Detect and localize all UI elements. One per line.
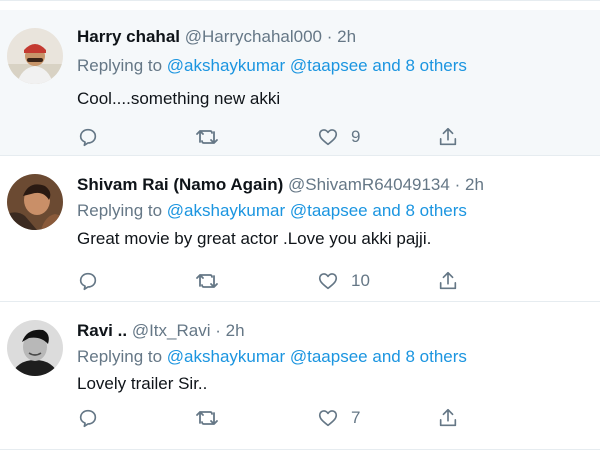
retweet-button[interactable] — [195, 269, 219, 293]
retweet-button[interactable] — [195, 125, 219, 149]
share-button[interactable] — [437, 269, 459, 293]
replying-label: Replying to — [77, 347, 167, 366]
reply-button[interactable] — [77, 269, 99, 293]
retweet-icon — [195, 126, 219, 148]
replying-label: Replying to — [77, 201, 167, 220]
share-icon — [437, 270, 459, 292]
tweet-actions: 9 — [77, 125, 577, 149]
reply-icon — [77, 270, 99, 292]
retweet-button[interactable] — [195, 406, 219, 430]
like-button[interactable]: 9 — [317, 125, 360, 149]
heart-icon — [317, 407, 339, 429]
avatar[interactable] — [7, 174, 63, 230]
mention-link[interactable]: @taapsee — [290, 56, 368, 75]
mention-link[interactable]: @taapsee — [290, 201, 368, 220]
tweet-text: Cool....something new akki — [77, 89, 281, 108]
replying-to: Replying to @akshaykumar @taapsee and 8 … — [77, 56, 467, 76]
separator: · — [454, 175, 461, 194]
reply-icon — [77, 126, 99, 148]
tweet[interactable]: Harry chahal @Harrychahal000 · 2h Replyi… — [0, 10, 600, 156]
timestamp[interactable]: 2h — [337, 27, 356, 46]
share-icon — [437, 126, 459, 148]
mention-link[interactable]: @akshaykumar — [167, 347, 285, 366]
reply-button[interactable] — [77, 125, 99, 149]
share-button[interactable] — [437, 406, 459, 430]
mention-link[interactable]: @akshaykumar — [167, 201, 285, 220]
others-link[interactable]: and 8 others — [372, 56, 467, 75]
share-button[interactable] — [437, 125, 459, 149]
username[interactable]: @ShivamR64049134 — [288, 175, 450, 194]
username[interactable]: @Harrychahal000 — [185, 27, 322, 46]
display-name[interactable]: Shivam Rai (Namo Again) — [77, 175, 283, 194]
display-name[interactable]: Ravi .. — [77, 321, 127, 340]
retweet-icon — [195, 407, 219, 429]
tweet-actions: 10 — [77, 269, 577, 293]
others-link[interactable]: and 8 others — [372, 347, 467, 366]
separator: · — [215, 321, 221, 340]
tweet-text: Great movie by great actor .Love you akk… — [77, 229, 432, 248]
reply-icon — [77, 407, 99, 429]
replying-label: Replying to — [77, 56, 167, 75]
like-count: 10 — [351, 271, 370, 290]
share-icon — [437, 407, 459, 429]
like-count: 7 — [351, 408, 361, 427]
tweet-text: Lovely trailer Sir.. — [77, 374, 208, 393]
heart-icon — [317, 126, 339, 148]
like-button[interactable]: 10 — [317, 269, 370, 293]
timestamp[interactable]: 2h — [226, 321, 245, 340]
mention-link[interactable]: @akshaykumar — [167, 56, 285, 75]
heart-icon — [317, 270, 339, 292]
reply-feed: Harry chahal @Harrychahal000 · 2h Replyi… — [0, 0, 600, 450]
separator: · — [326, 27, 333, 46]
tweet-actions: 7 — [77, 406, 577, 430]
timestamp[interactable]: 2h — [465, 175, 484, 194]
replying-to: Replying to @akshaykumar @taapsee and 8 … — [77, 201, 467, 221]
replying-to: Replying to @akshaykumar @taapsee and 8 … — [77, 347, 467, 367]
divider — [0, 0, 600, 1]
tweet[interactable]: Shivam Rai (Namo Again) @ShivamR64049134… — [0, 156, 600, 302]
like-count: 9 — [351, 127, 361, 146]
username[interactable]: @Itx_Ravi — [132, 321, 211, 340]
avatar[interactable] — [7, 28, 63, 84]
reply-button[interactable] — [77, 406, 99, 430]
retweet-icon — [195, 270, 219, 292]
display-name[interactable]: Harry chahal — [77, 27, 180, 46]
tweet[interactable]: Ravi .. @Itx_Ravi · 2h Replying to @aksh… — [0, 302, 600, 450]
mention-link[interactable]: @taapsee — [290, 347, 368, 366]
like-button[interactable]: 7 — [317, 406, 360, 430]
others-link[interactable]: and 8 others — [372, 201, 467, 220]
avatar[interactable] — [7, 320, 63, 376]
